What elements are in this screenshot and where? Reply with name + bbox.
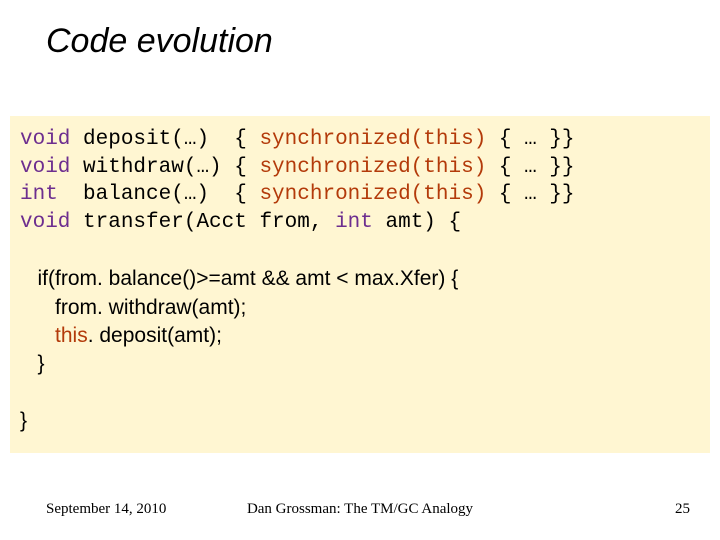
code-body: if(from. balance()>=amt && amt < max.Xfe…	[20, 237, 700, 435]
slide: Code evolution void deposit(…) { synchro…	[0, 0, 720, 540]
code-block: void deposit(…) { synchronized(this) { ……	[10, 116, 710, 453]
footer-page-number: 25	[675, 501, 690, 518]
footer-title: Dan Grossman: The TM/GC Analogy	[0, 501, 720, 518]
code-signatures: void deposit(…) { synchronized(this) { ……	[20, 126, 700, 237]
slide-title: Code evolution	[46, 22, 273, 61]
